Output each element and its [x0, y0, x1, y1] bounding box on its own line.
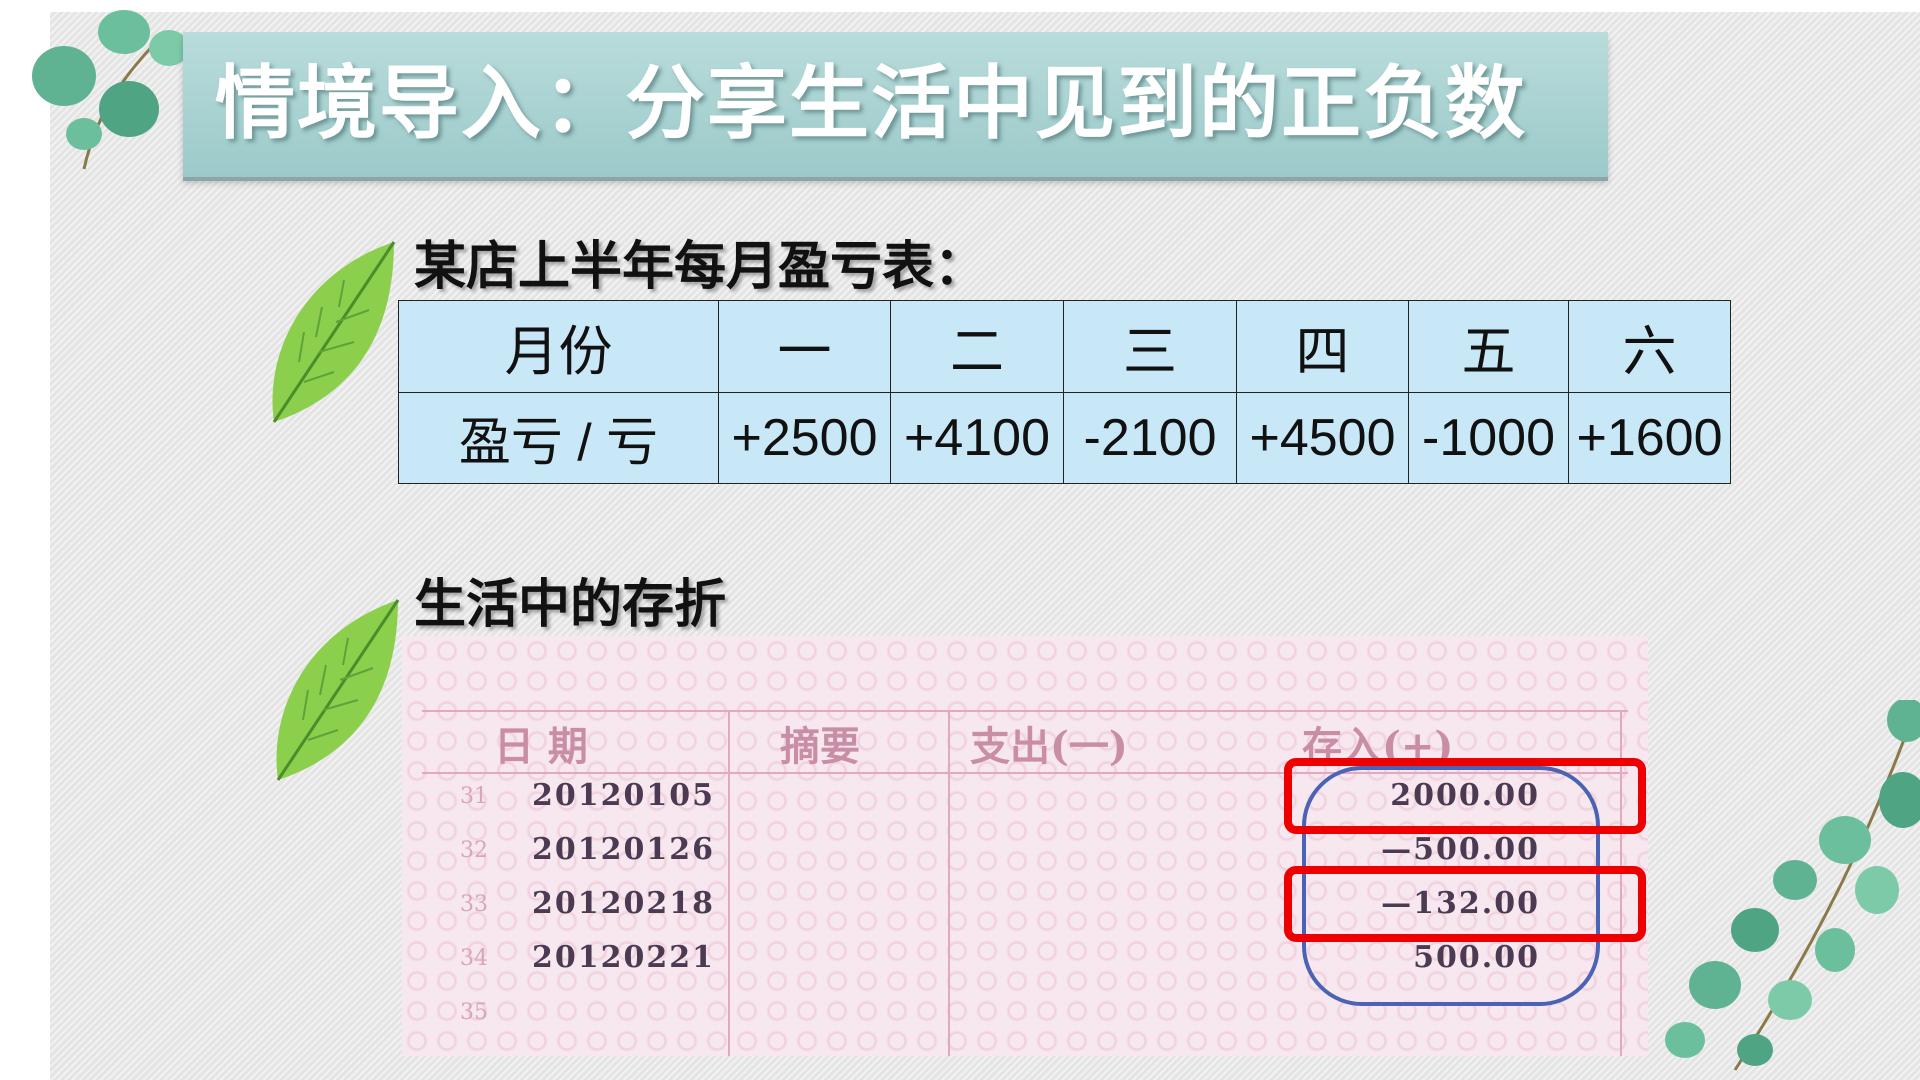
row-number: 32: [460, 838, 488, 863]
header-cell-month: 月份: [398, 300, 719, 393]
highlight-box-withdrawal: [1284, 866, 1646, 942]
value-cell: +4100: [890, 391, 1064, 484]
monthly-profit-table: 月份 一 二 三 四 五 六 盈亏 / 亏 +2500 +4100 -2100 …: [398, 300, 1731, 484]
leaf-icon: [272, 241, 396, 423]
row-number: 33: [460, 892, 488, 917]
value-cell: +1600: [1568, 391, 1731, 484]
title-banner: 情境导入：分享生活中见到的正负数: [183, 32, 1608, 177]
passbook-heading: 生活中的存折: [414, 575, 727, 635]
table-row: 盈亏 / 亏 +2500 +4100 -2100 +4500 -1000 +16…: [398, 391, 1731, 484]
value-cell: -1000: [1408, 391, 1569, 484]
header-cell: 六: [1568, 300, 1731, 393]
value-cell: +4500: [1236, 391, 1409, 484]
row-label-cell: 盈亏 / 亏: [398, 391, 719, 484]
eucalyptus-branch-bottom-right: [1665, 700, 1920, 1071]
row-amount: —500.00: [1381, 832, 1540, 867]
page-title: 情境导入：分享生活中见到的正负数: [215, 57, 1527, 150]
row-date: 20120221: [532, 940, 715, 975]
leaf-icon: [276, 599, 400, 781]
value-cell: -2100: [1063, 391, 1237, 484]
table-header-row: 月份 一 二 三 四 五 六: [398, 300, 1731, 393]
highlight-box-deposit: [1284, 758, 1646, 834]
header-cell: 四: [1236, 300, 1409, 393]
row-amount: 500.00: [1413, 940, 1540, 975]
value-cell: +2500: [718, 391, 891, 484]
header-cell: 一: [718, 300, 891, 393]
header-cell: 二: [890, 300, 1064, 393]
passbook-col-withdraw: 支出(一): [970, 723, 1128, 770]
passbook-col-summary: 摘要: [780, 723, 860, 770]
header-cell: 五: [1408, 300, 1569, 393]
row-number: 35: [460, 1000, 488, 1025]
header-cell: 三: [1063, 300, 1237, 393]
row-date: 20120126: [532, 832, 715, 867]
eucalyptus-branch-top-left: [32, 10, 189, 170]
passbook-col-date: 日 期: [494, 723, 588, 770]
row-number: 34: [460, 946, 488, 971]
passbook-photo: 日 期 摘要 支出(一) 存入(+) 31 20120105 2000.00 3…: [402, 636, 1648, 1056]
row-date: 20120105: [532, 778, 715, 813]
row-number: 31: [460, 784, 488, 809]
row-date: 20120218: [532, 886, 715, 921]
table-heading: 某店上半年每月盈亏表：: [414, 237, 987, 297]
